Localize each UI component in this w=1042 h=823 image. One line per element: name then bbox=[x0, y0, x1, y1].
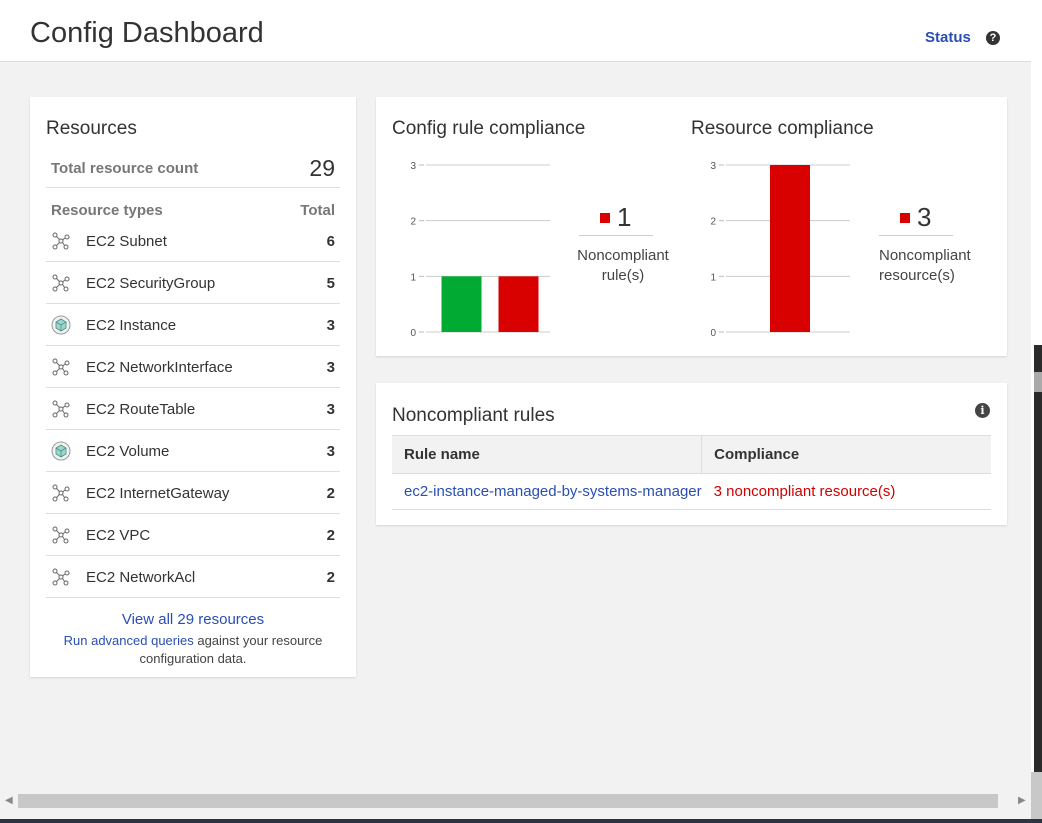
noncompliant-legend-swatch bbox=[900, 213, 910, 223]
vertical-scrollbar[interactable] bbox=[1034, 345, 1042, 775]
view-all-resources-link[interactable]: View all 29 resources bbox=[30, 611, 356, 628]
cube-icon bbox=[51, 441, 71, 461]
rule-name-link[interactable]: ec2-instance-managed-by-systems-manager bbox=[404, 483, 702, 500]
total-resource-count-label: Total resource count bbox=[51, 160, 199, 177]
bottom-taskbar-edge bbox=[0, 819, 1042, 823]
network-node-icon bbox=[51, 399, 71, 419]
total-resource-count-row: Total resource count 29 bbox=[46, 152, 340, 188]
config-rule-compliance-chart: 0 1 2 3 bbox=[410, 161, 550, 339]
resource-type-row[interactable]: EC2 SecurityGroup 5 bbox=[46, 262, 340, 304]
noncompliant-rules-label: Noncompliant rule(s) bbox=[577, 247, 669, 284]
compliance-card: Config rule compliance 0 1 2 3 1 Noncomplia… bbox=[376, 97, 1007, 356]
resource-types-total-label: Total bbox=[300, 202, 335, 219]
y-tick-label: 2 bbox=[410, 217, 416, 228]
bar-noncompliant[interactable] bbox=[498, 276, 539, 332]
y-tick-label: 0 bbox=[410, 328, 416, 339]
noncompliant-resources-count: 3 bbox=[917, 202, 932, 232]
resources-card: Resources Total resource count 29 Resour… bbox=[30, 97, 356, 677]
resource-type-count: 2 bbox=[326, 485, 335, 502]
horizontal-scrollbar-thumb[interactable] bbox=[18, 794, 998, 808]
table-row: ec2-instance-managed-by-systems-manager … bbox=[392, 473, 991, 510]
total-resource-count-value: 29 bbox=[309, 155, 335, 181]
noncompliant-resources-label: Noncompliant resource(s) bbox=[879, 247, 971, 284]
y-tick-label: 3 bbox=[410, 161, 416, 172]
info-icon[interactable]: i bbox=[975, 403, 990, 418]
resources-title: Resources bbox=[46, 118, 137, 139]
resource-type-row[interactable]: EC2 VPC 2 bbox=[46, 514, 340, 556]
resource-type-list: EC2 Subnet 6 EC2 SecurityGroup 5 EC2 Instanc… bbox=[46, 220, 340, 598]
noncompliant-rules-table: Rule name Compliance ec2-instance-manage… bbox=[392, 435, 991, 510]
page-title: Config Dashboard bbox=[30, 17, 264, 49]
resource-type-name: EC2 NetworkAcl bbox=[86, 569, 196, 586]
y-tick-label: 2 bbox=[710, 217, 716, 228]
y-tick-label: 3 bbox=[710, 161, 716, 172]
y-tick-label: 1 bbox=[710, 272, 716, 283]
rule-name-cell: ec2-instance-managed-by-systems-manager bbox=[392, 473, 702, 510]
bar-noncompliant[interactable] bbox=[770, 165, 810, 332]
network-node-icon bbox=[51, 525, 71, 545]
bar-compliant[interactable] bbox=[441, 276, 482, 332]
resource-type-count: 2 bbox=[326, 569, 335, 586]
summary-divider: 3 bbox=[879, 202, 953, 236]
rule-name-column-header[interactable]: Rule name bbox=[392, 435, 702, 474]
summary-divider: 1 bbox=[579, 202, 653, 236]
run-advanced-queries-link[interactable]: Run advanced queries bbox=[64, 633, 194, 648]
resource-type-row[interactable]: EC2 Volume 3 bbox=[46, 430, 340, 472]
y-tick-label: 1 bbox=[410, 272, 416, 283]
horizontal-scrollbar[interactable]: ◀ ▶ bbox=[0, 792, 1031, 810]
resource-type-name: EC2 Subnet bbox=[86, 233, 167, 250]
noncompliant-legend-swatch bbox=[600, 213, 610, 223]
resource-type-count: 5 bbox=[326, 275, 335, 292]
compliance-status-cell: 3 noncompliant resource(s) bbox=[701, 473, 991, 510]
resource-type-name: EC2 Instance bbox=[86, 317, 177, 334]
noncompliant-rules-card: Noncompliant rules i Rule name Complianc… bbox=[376, 383, 1007, 525]
resource-type-name: EC2 RouteTable bbox=[86, 401, 196, 418]
vertical-scrollbar-thumb[interactable] bbox=[1034, 372, 1042, 392]
page-header: Config Dashboard Status ? bbox=[0, 0, 1031, 62]
right-edge-bottom bbox=[1031, 772, 1042, 822]
noncompliant-rules-title: Noncompliant rules bbox=[392, 405, 555, 426]
network-node-icon bbox=[51, 231, 71, 251]
advanced-queries-text: Run advanced queries against your resour… bbox=[60, 632, 326, 668]
resource-types-label: Resource types bbox=[51, 202, 163, 219]
network-node-icon bbox=[51, 273, 71, 293]
resource-type-row[interactable]: EC2 RouteTable 3 bbox=[46, 388, 340, 430]
resource-type-count: 3 bbox=[326, 359, 335, 376]
y-tick-label: 0 bbox=[710, 328, 716, 339]
resource-type-name: EC2 NetworkInterface bbox=[86, 359, 233, 376]
resource-compliance-chart: 0 1 2 3 bbox=[710, 161, 850, 339]
help-icon[interactable]: ? bbox=[986, 31, 1000, 45]
noncompliant-rules-count: 1 bbox=[617, 202, 632, 232]
network-node-icon bbox=[51, 357, 71, 377]
resource-type-row[interactable]: EC2 Instance 3 bbox=[46, 304, 340, 346]
compliance-column-header[interactable]: Compliance bbox=[701, 435, 991, 474]
resource-type-row[interactable]: EC2 NetworkInterface 3 bbox=[46, 346, 340, 388]
config-rule-compliance-title: Config rule compliance bbox=[392, 118, 586, 139]
status-link[interactable]: Status bbox=[925, 29, 971, 46]
resource-type-name: EC2 Volume bbox=[86, 443, 170, 460]
resource-type-row[interactable]: EC2 NetworkAcl 2 bbox=[46, 556, 340, 598]
resource-type-name: EC2 SecurityGroup bbox=[86, 275, 216, 292]
resource-type-count: 2 bbox=[326, 527, 335, 544]
resource-type-count: 3 bbox=[326, 401, 335, 418]
network-node-icon bbox=[51, 567, 71, 587]
scroll-left-icon[interactable]: ◀ bbox=[5, 795, 13, 806]
resource-compliance-title: Resource compliance bbox=[691, 118, 874, 139]
resource-type-name: EC2 InternetGateway bbox=[86, 485, 230, 502]
resource-type-name: EC2 VPC bbox=[86, 527, 151, 544]
resource-type-count: 3 bbox=[326, 317, 335, 334]
cube-icon bbox=[51, 315, 71, 335]
resource-type-count: 6 bbox=[326, 233, 335, 250]
resource-type-count: 3 bbox=[326, 443, 335, 460]
scroll-right-icon[interactable]: ▶ bbox=[1018, 795, 1026, 806]
resource-type-row[interactable]: EC2 Subnet 6 bbox=[46, 220, 340, 262]
resource-type-row[interactable]: EC2 InternetGateway 2 bbox=[46, 472, 340, 514]
network-node-icon bbox=[51, 483, 71, 503]
